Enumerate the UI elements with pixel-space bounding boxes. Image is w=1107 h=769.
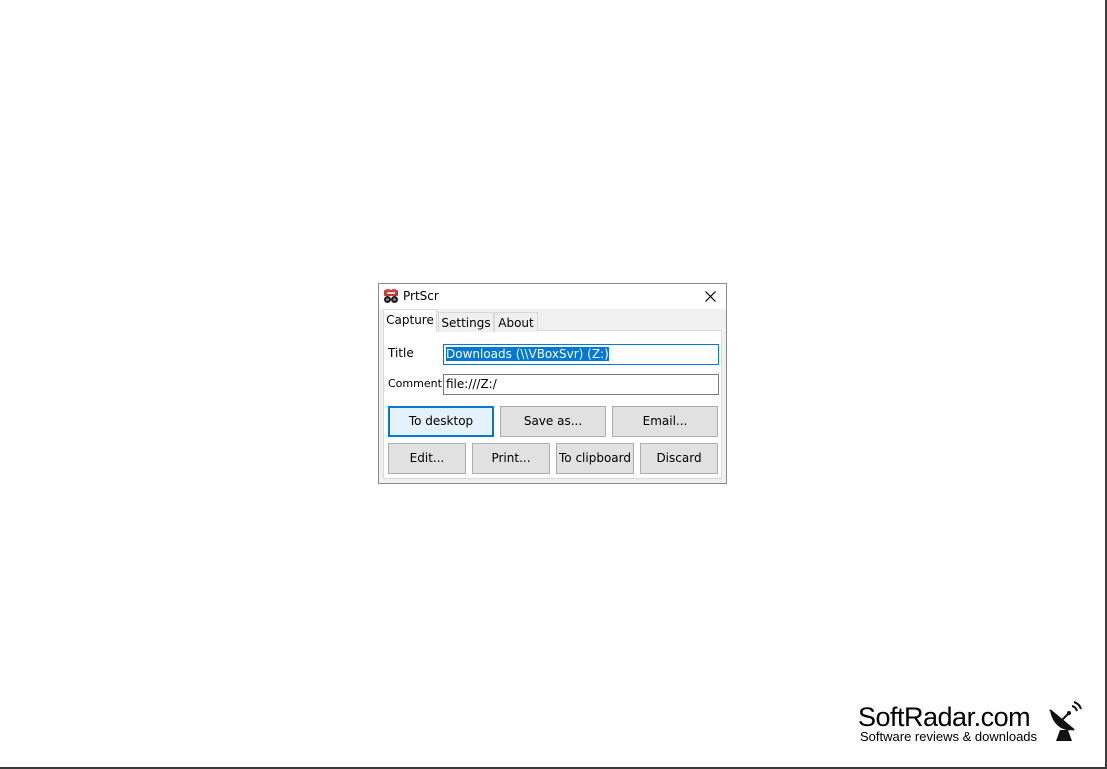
title-input-value: Downloads (\\VBoxSvr) (Z:) [446,347,609,361]
softradar-watermark: SoftRadar.com Software reviews & downloa… [858,700,1098,750]
camera-app-icon [383,289,399,304]
watermark-tagline: Software reviews & downloads [860,729,1038,744]
prtscr-dialog: PrtScr Capture Settings About Title Down… [378,283,727,484]
comment-input-value: file:///Z:/ [446,377,497,391]
email-button[interactable]: Email... [612,406,718,437]
discard-button[interactable]: Discard [640,443,718,474]
satellite-dish-icon [1046,700,1086,746]
comment-input[interactable]: file:///Z:/ [443,374,719,395]
tab-capture[interactable]: Capture [383,309,437,331]
tab-settings[interactable]: Settings [438,312,494,332]
title-label: Title [388,346,414,360]
comment-label: Comment [388,377,442,390]
title-input[interactable]: Downloads (\\VBoxSvr) (Z:) [443,344,719,365]
close-icon [704,291,716,302]
capture-panel: Title Downloads (\\VBoxSvr) (Z:) Comment… [383,330,722,479]
to-desktop-button[interactable]: To desktop [388,406,494,437]
save-as-button[interactable]: Save as... [500,406,606,437]
to-clipboard-button[interactable]: To clipboard [556,443,634,474]
tab-about[interactable]: About [494,312,538,332]
print-button[interactable]: Print... [472,443,550,474]
close-button[interactable] [694,284,726,309]
edit-button[interactable]: Edit... [388,443,466,474]
window-title: PrtScr [403,289,439,303]
title-bar[interactable]: PrtScr [379,284,726,309]
